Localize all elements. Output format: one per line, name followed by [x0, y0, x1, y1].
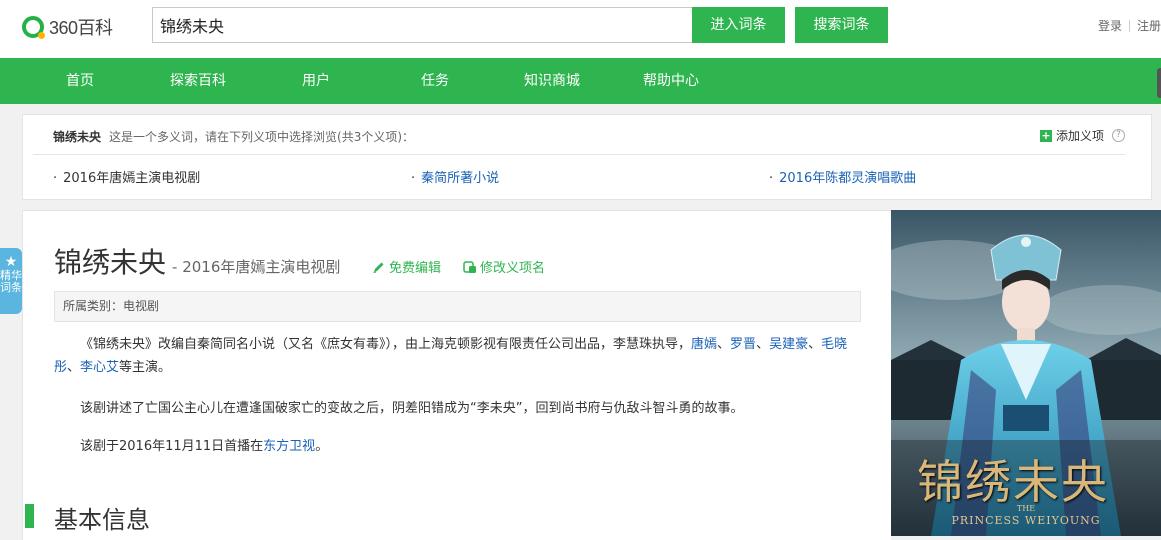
- free-edit-button[interactable]: 免费编辑: [372, 257, 441, 276]
- section-title-basic-info: 基本信息: [54, 506, 150, 534]
- poster-calligraphy: 锦绣未央: [917, 455, 1109, 509]
- actor-link[interactable]: 罗晋: [730, 337, 756, 352]
- login-link[interactable]: 登录: [1098, 17, 1122, 34]
- broadcast-text: 该剧于2016年11月11日首播在: [80, 439, 264, 454]
- sense-label: 2016年唐嫣主演电视剧: [63, 171, 201, 186]
- add-sense-label: 添加义项: [1055, 129, 1104, 143]
- bullet-icon: ·: [769, 171, 774, 186]
- nav-item-explore[interactable]: 探索百科: [170, 58, 226, 104]
- modify-sense-label: 修改义项名: [480, 261, 546, 276]
- poster-english-title: PRINCESS WEIYOUNG: [951, 514, 1101, 527]
- pencil-icon: [373, 262, 384, 273]
- actor-link[interactable]: 李心艾: [80, 360, 119, 375]
- bullet-icon: ·: [411, 171, 416, 186]
- nav-item-users[interactable]: 用户: [302, 58, 330, 104]
- summary-paragraph: 《锦绣未央》改编自秦简同名小说（又名《庶女有毒》），由上海克顿影视有限责任公司出…: [54, 333, 854, 379]
- help-icon[interactable]: ?: [1112, 129, 1125, 142]
- free-edit-label: 免费编辑: [389, 261, 442, 276]
- separator: 、: [67, 360, 81, 375]
- nav-item-home[interactable]: 首页: [66, 58, 94, 104]
- rename-icon: [463, 260, 476, 273]
- sense-item-song[interactable]: · 2016年陈都灵演唱歌曲: [769, 167, 916, 186]
- entry-title: 锦绣未央: [54, 246, 167, 279]
- featured-entry-badge[interactable]: ★ 精华 词条: [0, 248, 22, 314]
- sense-label: 秦简所著小说: [421, 171, 500, 186]
- summary-text: 《锦绣未央》改编自秦简同名小说（又名《庶女有毒》），由上海克顿影视有限责任公司出…: [80, 337, 692, 352]
- divider: [1128, 19, 1130, 32]
- separator: 、: [756, 337, 770, 352]
- top-bar: 360百科 进入词条 搜索词条 登录 注册: [0, 0, 1161, 58]
- summary-text-end: 等主演。: [119, 360, 172, 375]
- add-sense-button[interactable]: + 添加义项 ?: [1039, 127, 1125, 144]
- plus-icon: +: [1039, 128, 1052, 142]
- account-links: 登录 注册: [1098, 17, 1161, 34]
- logo-ring-icon: [22, 16, 45, 39]
- logo-text: 360百科: [49, 18, 113, 38]
- separator: 、: [717, 337, 731, 352]
- broadcast-paragraph: 该剧于2016年11月11日首播在东方卫视。: [54, 435, 854, 458]
- enter-entry-button[interactable]: 进入词条: [692, 7, 785, 43]
- disambiguation-term: 锦绣未央: [53, 130, 102, 144]
- sense-item-novel[interactable]: · 秦简所著小说: [411, 167, 499, 186]
- bullet-icon: ·: [53, 171, 58, 186]
- sense-item-current: · 2016年唐嫣主演电视剧: [53, 167, 200, 186]
- poster-english-the: THE: [1016, 504, 1036, 513]
- separator: 、: [808, 337, 822, 352]
- actor-link[interactable]: 吴建豪: [769, 337, 808, 352]
- disambiguation-description: 这是一个多义词，请在下列义项中选择浏览(共3个义项)：: [109, 130, 415, 144]
- nav-item-help[interactable]: 帮助中心: [643, 58, 699, 104]
- channel-link[interactable]: 东方卫视: [263, 439, 315, 454]
- nav-item-mall[interactable]: 知识商城: [524, 58, 580, 104]
- disambiguation-box: 锦绣未央 这是一个多义词，请在下列义项中选择浏览(共3个义项)： + 添加义项 ?…: [22, 114, 1152, 200]
- badge-text-2: 词条: [0, 281, 22, 294]
- plot-paragraph: 该剧讲述了亡国公主心儿在遭逢国破家亡的变故之后，阴差阳错成为“李未央”，回到尚书…: [80, 401, 744, 416]
- entry-subtitle: - 2016年唐嫣主演电视剧: [172, 258, 341, 276]
- entry-poster-image[interactable]: 锦绣未央 THE PRINCESS WEIYOUNG: [891, 210, 1161, 536]
- modify-sense-button[interactable]: 修改义项名: [463, 257, 545, 276]
- broadcast-text-end: 。: [315, 439, 329, 454]
- entry-content: 锦绣未央 - 2016年唐嫣主演电视剧 免费编辑 修改义项名 所属类别：电视剧 …: [22, 210, 891, 540]
- nav-edge: [1157, 68, 1161, 98]
- nav-item-tasks[interactable]: 任务: [421, 58, 449, 104]
- search-entry-button[interactable]: 搜索词条: [795, 7, 888, 43]
- star-icon: ★: [4, 254, 18, 270]
- disambiguation-header: 锦绣未央 这是一个多义词，请在下列义项中选择浏览(共3个义项)：: [53, 128, 414, 145]
- divider: [33, 154, 1125, 155]
- entry-title-row: 锦绣未央 - 2016年唐嫣主演电视剧: [54, 241, 340, 281]
- register-link[interactable]: 注册: [1137, 17, 1161, 34]
- site-logo[interactable]: 360百科: [22, 14, 113, 40]
- category-box: 所属类别：电视剧: [54, 291, 861, 322]
- main-nav: 首页 探索百科 用户 任务 知识商城 帮助中心: [0, 58, 1161, 104]
- actor-link[interactable]: 唐嫣: [691, 337, 717, 352]
- section-marker: [25, 504, 34, 528]
- search-input[interactable]: [152, 7, 693, 43]
- sense-label: 2016年陈都灵演唱歌曲: [779, 171, 917, 186]
